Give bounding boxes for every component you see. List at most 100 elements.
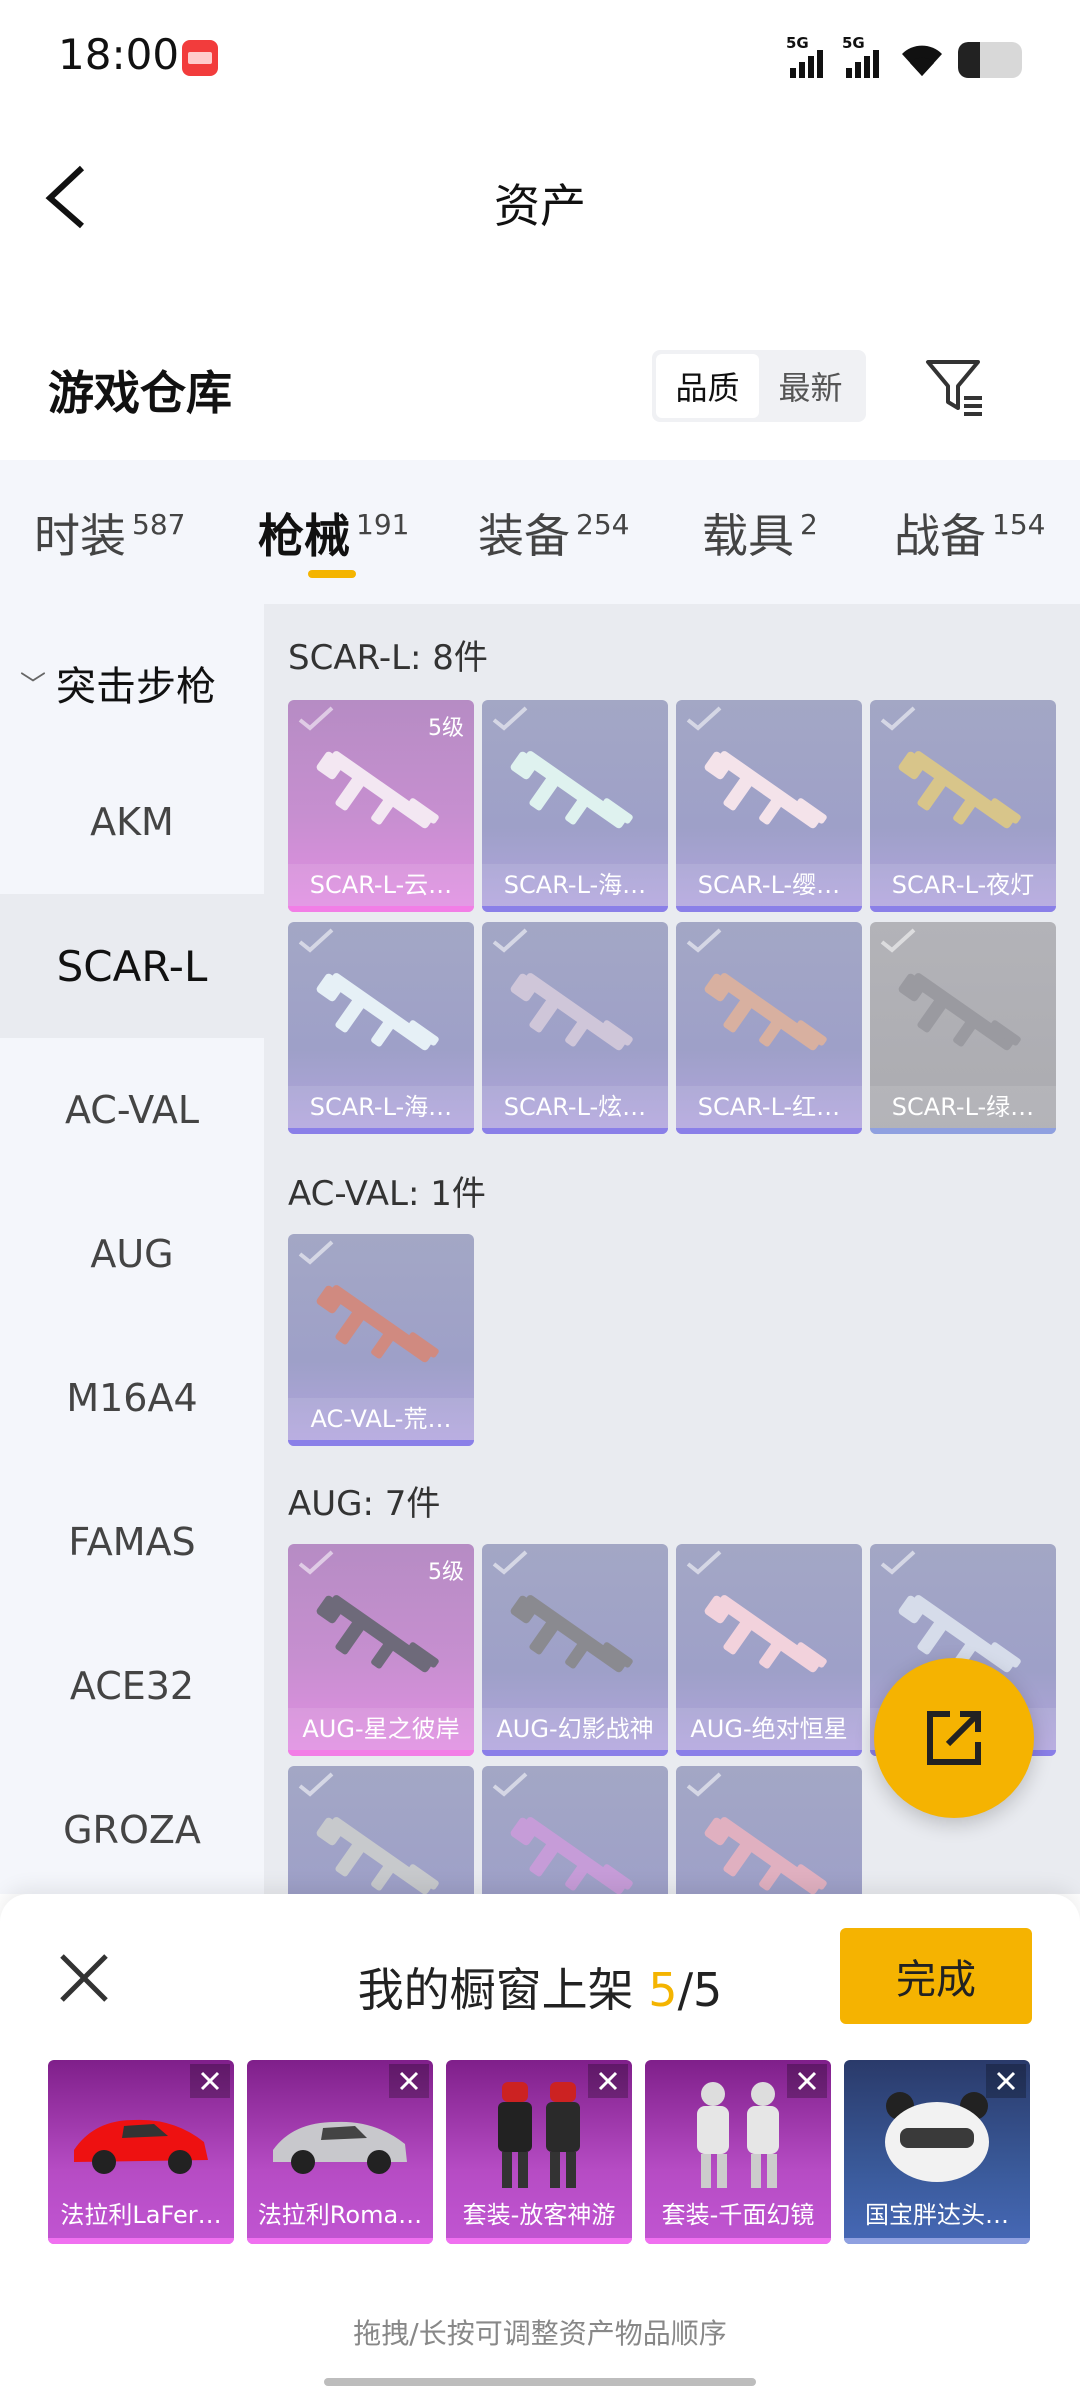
showcase-item[interactable]: 套装-千面幻镜 <box>645 2060 831 2244</box>
done-button[interactable]: 完成 <box>840 1928 1032 2024</box>
sidebar-item-groza[interactable]: GROZA <box>0 1758 264 1902</box>
weapon-card[interactable]: 5级 SCAR-L-云… <box>288 700 474 912</box>
weapon-image <box>308 952 458 1082</box>
weapon-name: SCAR-L-海… <box>288 1086 474 1128</box>
weapon-card[interactable]: AUG-绝对恒星 <box>676 1544 862 1756</box>
showcase-item[interactable]: 套装-放客神游 <box>446 2060 632 2244</box>
quality-bar <box>482 906 668 912</box>
quality-bar <box>676 1750 862 1756</box>
weapon-card[interactable]: SCAR-L-绿… <box>870 922 1056 1134</box>
weapon-image <box>696 1574 846 1704</box>
weapon-card[interactable] <box>676 1766 862 1894</box>
tab-fashion[interactable]: 时装 587 <box>34 500 185 566</box>
warehouse-title: 游戏仓库 <box>48 366 232 420</box>
weapon-card[interactable]: SCAR-L-炫… <box>482 922 668 1134</box>
close-icon <box>797 2071 817 2091</box>
quality-bar <box>288 906 474 912</box>
weapon-image <box>696 730 846 860</box>
weapon-card[interactable]: SCAR-L-缨… <box>676 700 862 912</box>
sidebar-item-m16a4[interactable]: M16A4 <box>0 1326 264 1470</box>
sort-latest[interactable]: 最新 <box>759 354 862 418</box>
quality-bar <box>288 1128 474 1134</box>
weapon-name: SCAR-L-夜灯 <box>870 864 1056 906</box>
weapon-name: SCAR-L-红… <box>676 1086 862 1128</box>
sidebar-group-assault-rifles[interactable]: ﹀ 突击步枪 <box>20 654 216 712</box>
status-time: 18:00 <box>58 30 180 79</box>
remove-item-button[interactable] <box>588 2064 628 2098</box>
close-icon <box>996 2071 1016 2091</box>
page-title: 资产 <box>494 179 586 233</box>
weapon-card[interactable]: SCAR-L-海… <box>482 700 668 912</box>
filter-icon <box>926 360 982 416</box>
weapon-image <box>502 730 652 860</box>
sidebar-item-famas[interactable]: FAMAS <box>0 1470 264 1614</box>
signal-icon: 5G <box>786 34 830 78</box>
quality-bar <box>288 1440 474 1446</box>
remove-item-button[interactable] <box>389 2064 429 2098</box>
home-indicator[interactable] <box>324 2378 756 2386</box>
weapon-name: AUG-幻影战神 <box>482 1708 668 1750</box>
showcase-item-label: 国宝胖达头… <box>865 2201 1009 2229</box>
quality-bar <box>676 1128 862 1134</box>
weapon-card[interactable]: AC-VAL-荒… <box>288 1234 474 1446</box>
weapon-image <box>696 952 846 1082</box>
category-tabs: 时装 587 枪械 191 装备 254 载具 2 战备 154 <box>0 460 1080 604</box>
quality-bar <box>870 1128 1056 1134</box>
quality-bar <box>288 1750 474 1756</box>
tab-supplies[interactable]: 战备 154 <box>894 500 1045 566</box>
weapon-card[interactable] <box>288 1766 474 1894</box>
sidebar-item-scar-l[interactable]: SCAR-L <box>0 894 264 1038</box>
showcase-list: 法拉利LaFer… 法拉利Roma… 套装-放客神游 套装-千面幻镜 国宝胖达头… <box>48 2060 1032 2250</box>
quality-bar <box>247 2238 433 2244</box>
showcase-item[interactable]: 法拉利LaFer… <box>48 2060 234 2244</box>
sidebar-item-ac-val[interactable]: AC-VAL <box>0 1038 264 1182</box>
close-icon <box>399 2071 419 2091</box>
weapon-card[interactable]: SCAR-L-夜灯 <box>870 700 1056 912</box>
tab-guns[interactable]: 枪械 191 <box>258 500 409 566</box>
quality-bar <box>844 2238 1030 2244</box>
sidebar-item-akm[interactable]: AKM <box>0 750 264 894</box>
weapon-name: SCAR-L-海… <box>482 864 668 906</box>
weapon-image <box>696 1796 846 1894</box>
weapon-card[interactable]: SCAR-L-红… <box>676 922 862 1134</box>
showcase-item-label: 法拉利LaFer… <box>60 2201 222 2229</box>
weapon-card[interactable]: 5级 AUG-星之彼岸 <box>288 1544 474 1756</box>
sort-quality[interactable]: 品质 <box>656 354 759 418</box>
showcase-item[interactable]: 国宝胖达头… <box>844 2060 1030 2244</box>
signal-icon: 5G <box>842 34 886 78</box>
weapon-sidebar: ﹀ 突击步枪 AKM SCAR-L AC-VAL AUG M16A4 FAMAS… <box>0 604 264 1894</box>
weapon-name: SCAR-L-绿… <box>870 1086 1056 1128</box>
group-title-scar-l: SCAR-L: 8件 <box>288 638 488 678</box>
weapon-name: AC-VAL-荒… <box>288 1398 474 1440</box>
weapon-name: SCAR-L-炫… <box>482 1086 668 1128</box>
filter-button[interactable] <box>924 356 986 418</box>
sidebar-item-aug[interactable]: AUG <box>0 1182 264 1326</box>
weapon-name: SCAR-L-缨… <box>676 864 862 906</box>
remove-item-button[interactable] <box>190 2064 230 2098</box>
weapon-image <box>502 1574 652 1704</box>
weapon-image <box>308 1574 458 1704</box>
weapon-name: AUG-星之彼岸 <box>288 1708 474 1750</box>
close-icon <box>598 2071 618 2091</box>
group-title-aug: AUG: 7件 <box>288 1484 441 1524</box>
showcase-item[interactable]: 法拉利Roma… <box>247 2060 433 2244</box>
remove-item-button[interactable] <box>986 2064 1026 2098</box>
weapon-image <box>890 730 1040 860</box>
share-button[interactable] <box>874 1658 1034 1818</box>
weapon-image <box>502 1796 652 1894</box>
weapon-card[interactable] <box>482 1766 668 1894</box>
weapon-image <box>502 952 652 1082</box>
weapon-image <box>308 730 458 860</box>
nav-bar: 资产 <box>0 130 1080 260</box>
sidebar-item-ace32[interactable]: ACE32 <box>0 1614 264 1758</box>
status-icons: 5G 5G <box>786 34 1022 78</box>
weapon-card[interactable]: AUG-幻影战神 <box>482 1544 668 1756</box>
wifi-icon <box>898 42 946 78</box>
remove-item-button[interactable] <box>787 2064 827 2098</box>
tab-vehicles[interactable]: 载具 2 <box>702 500 818 566</box>
weapon-name: SCAR-L-云… <box>288 864 474 906</box>
close-icon <box>200 2071 220 2091</box>
tab-equipment[interactable]: 装备 254 <box>478 500 629 566</box>
weapon-card[interactable]: SCAR-L-海… <box>288 922 474 1134</box>
quality-bar <box>482 1128 668 1134</box>
